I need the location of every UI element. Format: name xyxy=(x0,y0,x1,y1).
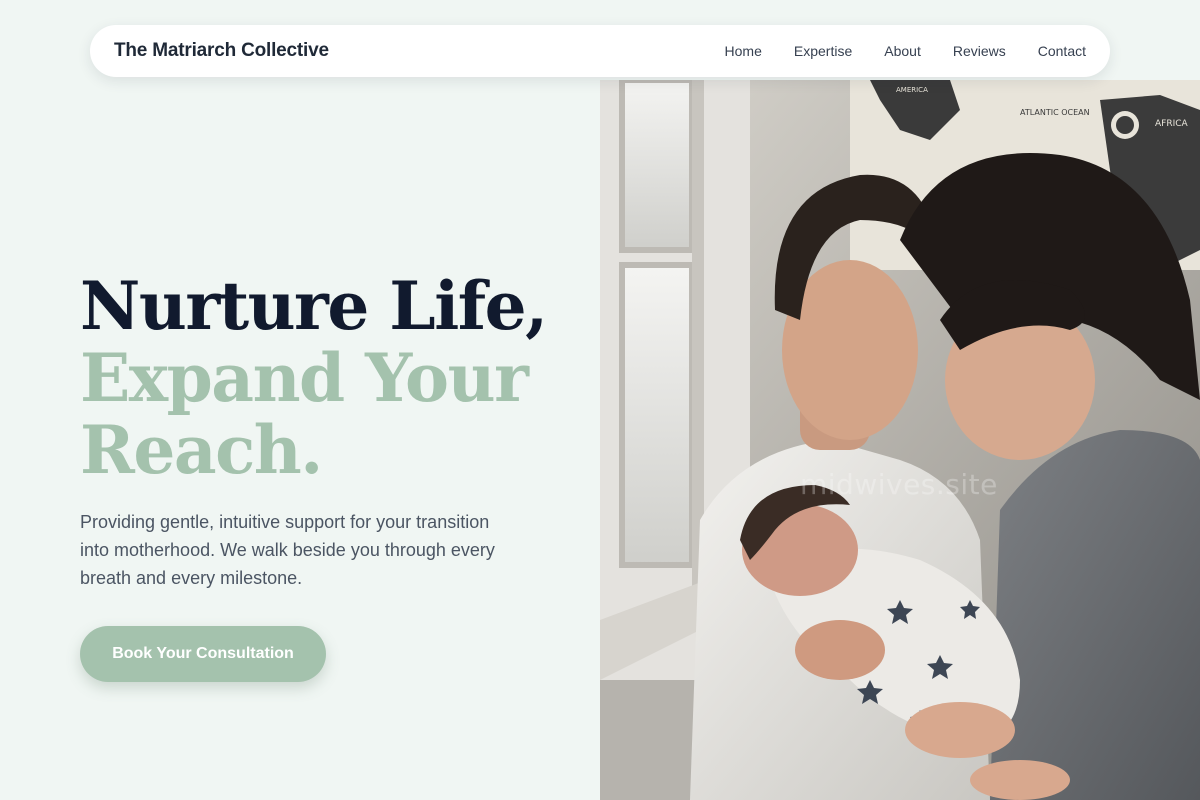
nav-about-link[interactable]: About xyxy=(884,43,921,59)
hero-subtitle: Providing gentle, intuitive support for … xyxy=(80,512,495,588)
nav-links: Home Expertise About Reviews Contact xyxy=(725,43,1086,59)
map-label-america: AMERICA xyxy=(896,86,928,94)
hero-content: Nurture Life, Expand Your Reach. Providi… xyxy=(80,270,560,682)
book-consultation-button[interactable]: Book Your Consultation xyxy=(80,626,326,682)
hero-photo: ATLANTIC OCEAN AFRICA AMERICA xyxy=(600,80,1200,800)
brand-logo[interactable]: The Matriarch Collective xyxy=(114,40,329,62)
image-watermark: midwives.site xyxy=(800,468,998,501)
map-label-atlantic: ATLANTIC OCEAN xyxy=(1020,108,1090,117)
nav-reviews-link[interactable]: Reviews xyxy=(953,43,1006,59)
hero-title-line1: Nurture Life, xyxy=(80,267,548,345)
nav-expertise-link[interactable]: Expertise xyxy=(794,43,852,59)
hero-title-line3: Reach. xyxy=(80,411,323,489)
map-label-africa: AFRICA xyxy=(1155,119,1189,129)
nav-home-link[interactable]: Home xyxy=(725,43,762,59)
top-navbar: The Matriarch Collective Home Expertise … xyxy=(90,25,1110,77)
nav-contact-link[interactable]: Contact xyxy=(1038,43,1086,59)
hero-headline: Nurture Life, Expand Your Reach. xyxy=(80,270,560,486)
hero-title-line2: Expand Your xyxy=(80,339,529,417)
